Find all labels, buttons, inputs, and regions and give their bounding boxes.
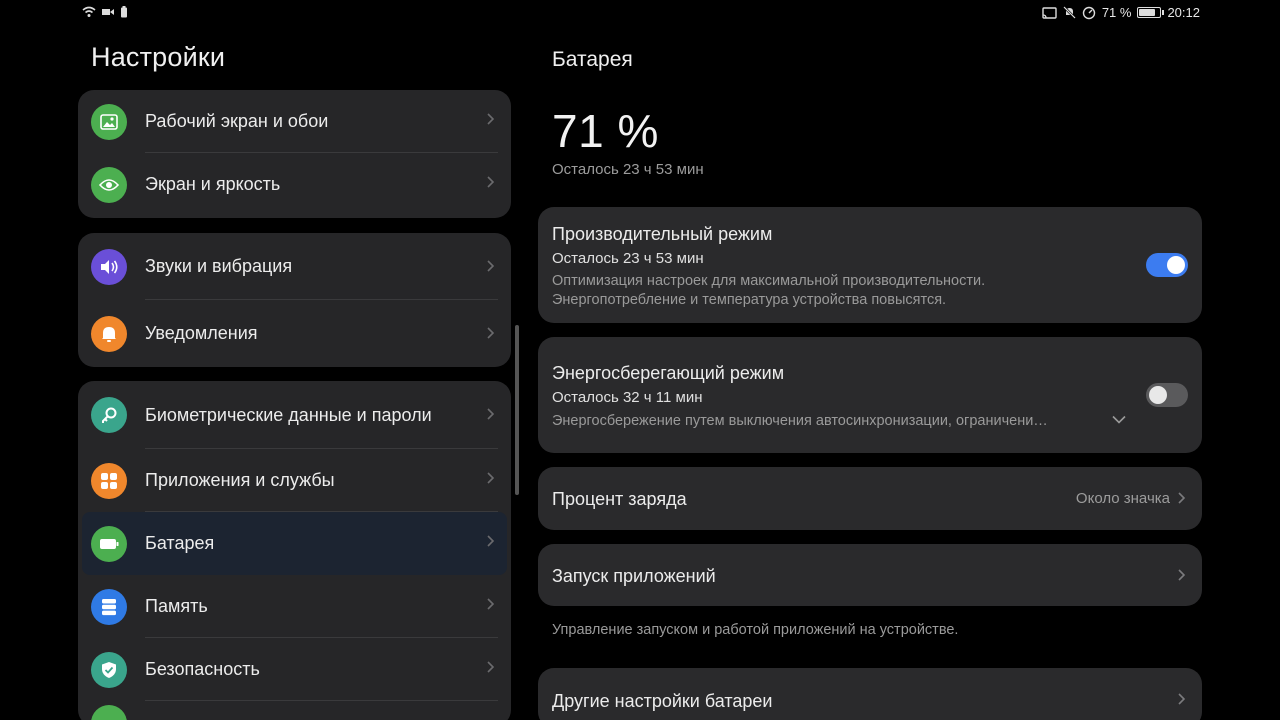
bell-icon: [91, 315, 127, 352]
status-left-icons: [82, 6, 128, 18]
sidebar-item-label: Рабочий экран и обои: [145, 111, 329, 131]
power-saving-mode-title: Энергосберегающий режим: [552, 363, 785, 383]
storage-icon: [91, 588, 127, 625]
eye-icon: [91, 166, 127, 203]
video-camera-icon: [102, 9, 114, 15]
sidebar-item-apps[interactable]: Приложения и службы: [78, 449, 511, 512]
chevron-right-icon: [487, 598, 495, 610]
chevron-right-icon: [487, 260, 495, 272]
more-battery-settings-card[interactable]: Другие настройки батареи: [538, 668, 1202, 720]
performance-mode-title: Производительный режим: [552, 224, 773, 244]
sidebar-item-sounds[interactable]: Звуки и вибрация: [78, 233, 511, 300]
chevron-right-icon: [487, 535, 495, 547]
power-saving-mode-card[interactable]: Энергосберегающий режим Осталось 32 ч 11…: [538, 337, 1202, 453]
more-battery-settings-title: Другие настройки батареи: [552, 691, 773, 711]
chevron-right-icon: [487, 661, 495, 673]
chevron-right-icon: [1178, 569, 1186, 581]
speedometer-icon: [1082, 6, 1096, 19]
sidebar-item-security[interactable]: Безопасность: [78, 638, 511, 701]
page-title: Батарея: [552, 48, 633, 71]
battery-percentage-value: Около значка: [1075, 490, 1170, 507]
toggle-knob: [1149, 386, 1167, 404]
sidebar-item-label: Память: [145, 596, 208, 616]
performance-mode-remaining: Осталось 23 ч 53 мин: [552, 250, 704, 267]
performance-mode-card[interactable]: Производительный режим Осталось 23 ч 53 …: [538, 207, 1202, 323]
sidebar-item-label: Батарея: [145, 533, 215, 553]
battery-saver-icon: [121, 6, 127, 18]
battery-icon: [91, 525, 127, 562]
cast-icon: [1042, 6, 1057, 19]
key-icon: [91, 397, 127, 433]
chevron-down-icon[interactable]: [1112, 415, 1126, 424]
battery-percent-status: 71 %: [1101, 5, 1132, 20]
settings-group-system: Биометрические данные и пароли Приложени…: [78, 381, 511, 720]
sidebar-item-notifications[interactable]: Уведомления: [78, 300, 511, 367]
sidebar-item-battery[interactable]: Батарея: [82, 512, 507, 575]
battery-percentage-title: Процент заряда: [552, 489, 687, 509]
settings-title: Настройки: [91, 42, 226, 72]
status-right-icons: 71 % 20:12: [1042, 5, 1200, 20]
settings-group-sound: Звуки и вибрация Уведомления: [78, 233, 511, 367]
apps-icon: [91, 462, 127, 499]
chevron-right-icon: [487, 408, 495, 420]
app-launch-card[interactable]: Запуск приложений: [538, 544, 1202, 606]
app-launch-title: Запуск приложений: [552, 566, 716, 586]
sidebar-item-home-screen[interactable]: Рабочий экран и обои: [78, 90, 511, 153]
image-icon: [91, 103, 127, 140]
status-bar: 71 % 20:12: [0, 0, 1280, 28]
scrollbar[interactable]: [515, 325, 519, 495]
sidebar-item-label: Приложения и службы: [145, 470, 335, 490]
sidebar-item-partial[interactable]: [78, 701, 511, 720]
chevron-right-icon: [487, 327, 495, 339]
power-saving-mode-remaining: Осталось 32 ч 11 мин: [552, 389, 703, 406]
battery-percent: 71 %: [552, 105, 659, 157]
sidebar-item-label: Звуки и вибрация: [145, 256, 293, 276]
performance-mode-description-2: Энергопотребление и температура устройст…: [552, 292, 947, 308]
bell-muted-icon: [1062, 6, 1076, 19]
sidebar-item-storage[interactable]: Память: [78, 575, 511, 638]
settings-group-display: Рабочий экран и обои Экран и яркость: [78, 90, 511, 218]
sidebar-item-label: Биометрические данные и пароли: [145, 404, 432, 425]
chevron-right-icon: [487, 113, 495, 125]
toggle-knob: [1167, 256, 1185, 274]
sidebar-item-display-brightness[interactable]: Экран и яркость: [78, 153, 511, 216]
performance-mode-description-1: Оптимизация настроек для максимальной пр…: [552, 273, 986, 289]
performance-mode-toggle[interactable]: [1146, 253, 1188, 277]
power-saving-mode-description: Энергосбережение путем выключения автоси…: [552, 413, 1048, 429]
chevron-right-icon: [1178, 492, 1186, 504]
sidebar-item-label: Экран и яркость: [145, 174, 281, 194]
wifi-icon: [82, 6, 96, 17]
chevron-right-icon: [487, 176, 495, 188]
battery-status-icon: [1137, 7, 1165, 18]
battery-percentage-card[interactable]: Процент заряда Около значка: [538, 467, 1202, 530]
chevron-right-icon: [487, 472, 495, 484]
clock: 20:12: [1167, 5, 1200, 20]
sidebar-item-label: Безопасность: [145, 659, 260, 679]
sidebar-item-biometrics[interactable]: Биометрические данные и пароли: [78, 381, 511, 449]
sidebar-item-label: Уведомления: [145, 323, 258, 343]
power-saving-mode-toggle[interactable]: [1146, 383, 1188, 407]
shield-icon: [91, 651, 127, 688]
chevron-right-icon: [1178, 693, 1186, 705]
settings-icon: [91, 705, 127, 720]
app-launch-note: Управление запуском и работой приложений…: [552, 622, 959, 638]
battery-remaining-time: Осталось 23 ч 53 мин: [552, 161, 704, 178]
speaker-icon: [91, 248, 127, 285]
